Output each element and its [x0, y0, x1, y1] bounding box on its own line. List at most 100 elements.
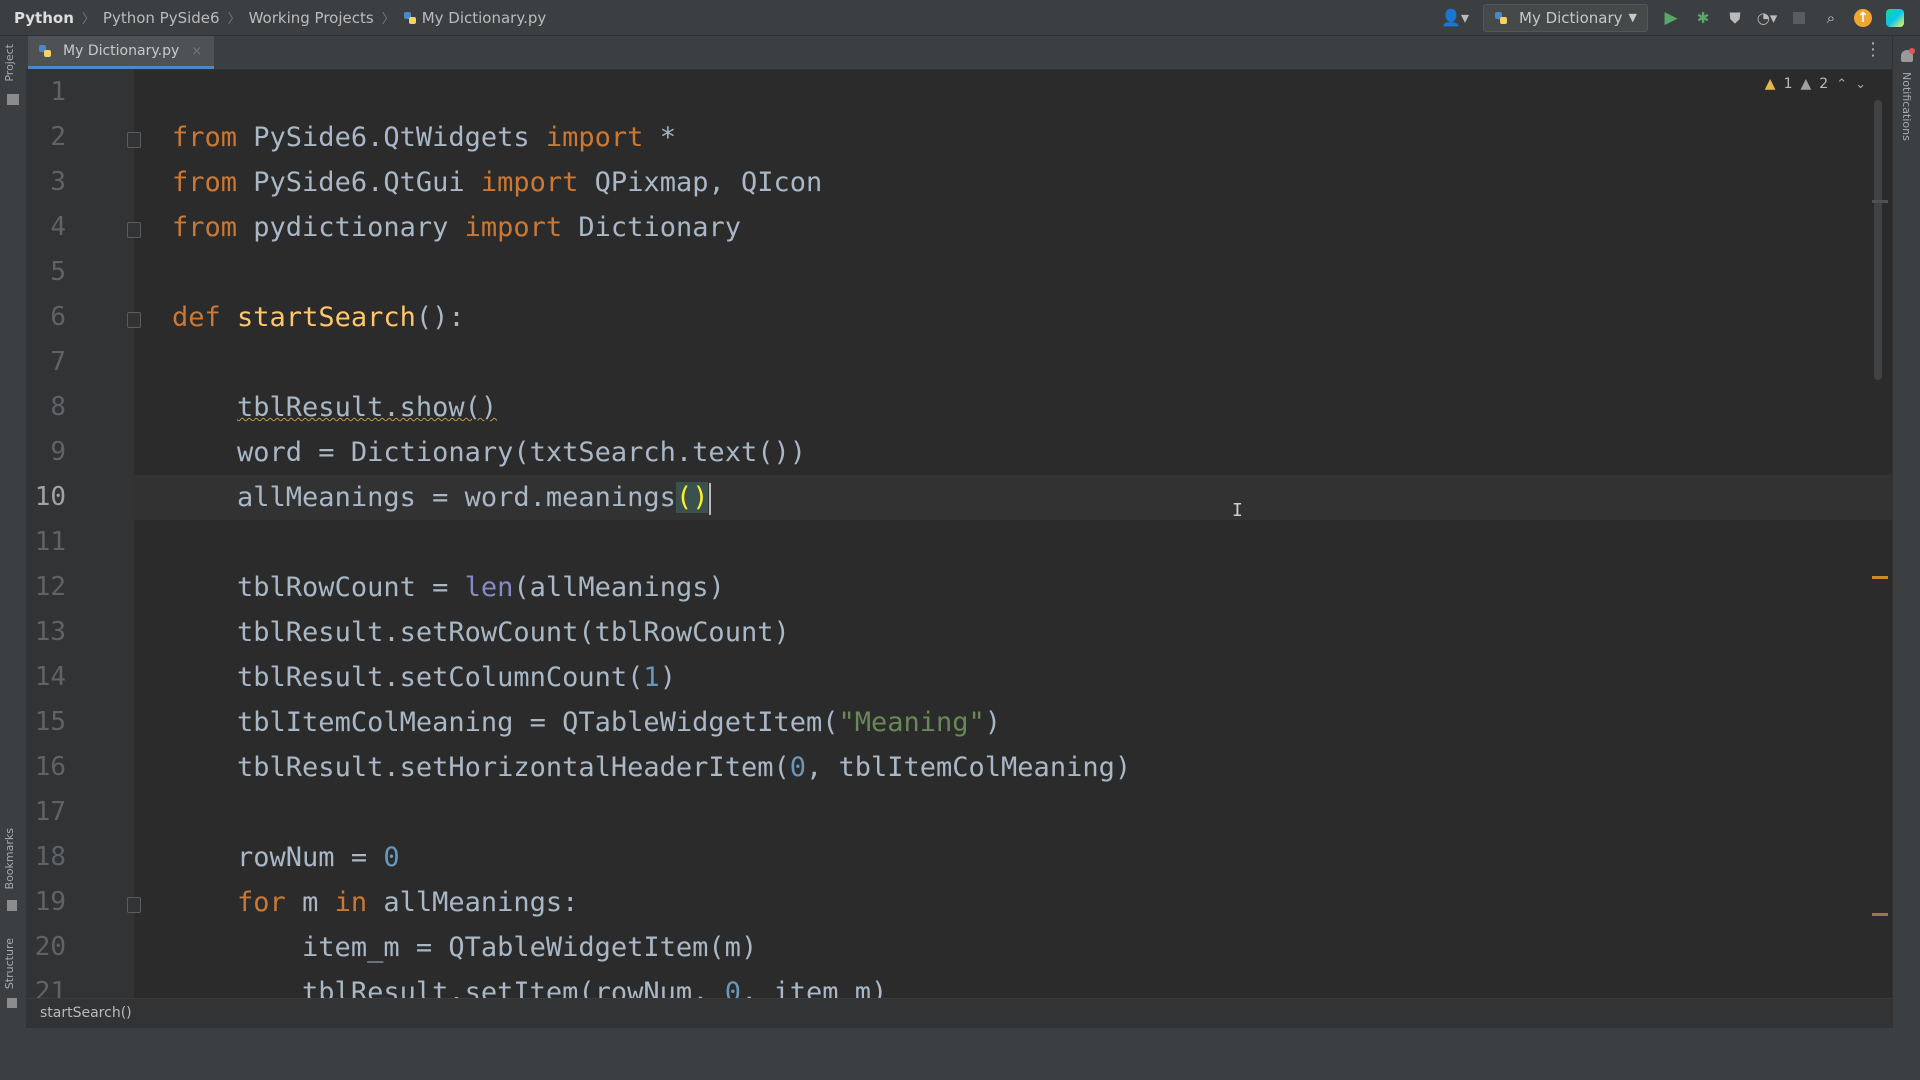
- bottom-area: [0, 1028, 1920, 1080]
- line-number: 1: [50, 77, 66, 107]
- code-token: *: [643, 122, 676, 153]
- notifications-tool-button[interactable]: Notifications: [1900, 72, 1913, 141]
- notification-dot-icon: [1909, 48, 1915, 54]
- code-token: PySide6.QtWidgets: [237, 122, 546, 153]
- line-number: 3: [50, 167, 66, 197]
- editor-tab[interactable]: My Dictionary.py ×: [28, 36, 215, 69]
- more-options-icon[interactable]: ⋮: [1864, 41, 1882, 59]
- line-number: 8: [50, 392, 66, 422]
- code-token: tblResult.setRowCount(tblRowCount): [237, 617, 790, 648]
- mouse-ibeam-cursor-icon: I: [1232, 500, 1243, 521]
- code-line: tblResult.show(): [172, 385, 497, 430]
- code-line: rowNum = 0: [172, 835, 400, 880]
- vertical-scrollbar[interactable]: [1874, 100, 1882, 380]
- code-line-current: allMeanings = word.meanings(): [172, 475, 712, 520]
- line-number-current: 10: [34, 482, 66, 512]
- user-icon[interactable]: 👤▾: [1441, 8, 1469, 27]
- close-icon[interactable]: ×: [191, 44, 202, 59]
- code-token: tblRowCount =: [237, 572, 465, 603]
- code-keyword: from: [172, 122, 238, 153]
- python-file-icon: [403, 11, 416, 24]
- code-token: word = Dictionary(txtSearch.text()): [237, 437, 806, 468]
- code-token: m: [285, 887, 335, 918]
- number-literal: 0: [383, 842, 400, 873]
- function-breadcrumb[interactable]: startSearch(): [40, 1005, 132, 1021]
- next-highlight-icon[interactable]: ⌄: [1855, 77, 1866, 92]
- coverage-icon[interactable]: ⛊: [1726, 9, 1744, 27]
- debug-icon[interactable]: ✱: [1694, 9, 1712, 27]
- breadcrumb-working-projects[interactable]: Working Projects: [249, 9, 374, 27]
- breadcrumb-separator-icon: 〉: [227, 12, 241, 27]
- code-line: from PySide6.QtWidgets import *: [172, 115, 676, 160]
- number-literal: 0: [724, 977, 741, 998]
- folder-icon[interactable]: [7, 94, 19, 105]
- line-number: 11: [34, 527, 66, 557]
- fold-marker-icon[interactable]: [127, 222, 141, 238]
- left-tool-strip: Project Bookmarks Structure: [0, 36, 27, 1030]
- code-line: from pydictionary import Dictionary: [172, 205, 741, 250]
- previous-highlight-icon[interactable]: ⌃: [1836, 77, 1847, 92]
- stop-icon[interactable]: [1790, 9, 1808, 27]
- line-number: 4: [50, 212, 66, 242]
- run-icon[interactable]: ▶: [1662, 8, 1680, 28]
- bookmark-icon[interactable]: [7, 900, 17, 911]
- line-number: 7: [50, 347, 66, 377]
- code-keyword: import: [545, 122, 644, 153]
- jetbrains-icon[interactable]: [1886, 8, 1904, 27]
- code-line: tblResult.setRowCount(tblRowCount): [172, 610, 790, 655]
- structure-icon[interactable]: [7, 998, 17, 1008]
- code-token: rowNum =: [237, 842, 384, 873]
- line-number: 15: [34, 707, 66, 737]
- code-line: def startSearch():: [172, 295, 465, 340]
- line-number: 18: [34, 842, 66, 872]
- line-number: 6: [50, 302, 66, 332]
- line-number: 19: [34, 887, 66, 917]
- update-icon[interactable]: ↑: [1854, 8, 1872, 27]
- code-token: pydictionary: [237, 212, 465, 243]
- code-token: allMeanings:: [367, 887, 579, 918]
- warning-icon: ▲: [1764, 76, 1776, 92]
- code-token: Dictionary: [562, 212, 741, 243]
- breadcrumb-python[interactable]: Python: [14, 9, 74, 27]
- matched-braces: (): [675, 482, 709, 513]
- code-token: , item_m): [740, 977, 888, 998]
- structure-tool-button[interactable]: Structure: [3, 938, 16, 989]
- scrollbar-warning-marker[interactable]: [1872, 913, 1888, 916]
- scrollbar-warning-marker[interactable]: [1872, 576, 1888, 579]
- line-number: 16: [34, 752, 66, 782]
- fold-marker-icon[interactable]: [127, 897, 141, 913]
- fold-marker-icon[interactable]: [127, 132, 141, 148]
- project-tool-button[interactable]: Project: [3, 44, 16, 82]
- breadcrumb-python-pyside6[interactable]: Python PySide6: [103, 9, 220, 27]
- code-token: ():: [415, 302, 465, 333]
- inspection-widget[interactable]: ▲ 1 ▲ 2 ⌃ ⌄: [1765, 76, 1866, 92]
- string-literal: "Meaning": [838, 707, 985, 738]
- code-token: item_m = QTableWidgetItem(m): [302, 932, 758, 963]
- code-keyword: from: [172, 212, 238, 243]
- run-configuration-label: My Dictionary: [1519, 8, 1623, 27]
- code-keyword: def: [172, 302, 221, 333]
- run-configuration-select[interactable]: My Dictionary ▼: [1483, 3, 1648, 32]
- profile-icon[interactable]: ◔▾: [1757, 9, 1778, 27]
- code-token: QPixmap, QIcon: [578, 167, 823, 198]
- chevron-down-icon: ▼: [1628, 11, 1637, 24]
- code-token: tblItemColMeaning = QTableWidgetItem(: [237, 707, 839, 738]
- code-token: (allMeanings): [513, 572, 725, 603]
- bookmarks-tool-button[interactable]: Bookmarks: [3, 828, 16, 889]
- warning-count: 1: [1783, 76, 1793, 92]
- scrollbar-marker[interactable]: [1872, 200, 1888, 203]
- code-keyword: for: [237, 887, 286, 918]
- python-icon: [1495, 11, 1507, 24]
- search-icon[interactable]: ⌕: [1822, 9, 1840, 27]
- line-number: 20: [34, 932, 66, 962]
- weak-warning-count: 2: [1819, 76, 1829, 92]
- line-number: 17: [34, 797, 66, 827]
- text-caret: [709, 482, 712, 515]
- code-editor[interactable]: 1 2 3 4 5 6 7 8 9 10 11 12 13 14 15 16 1…: [26, 70, 1892, 998]
- line-number: 2: [50, 122, 66, 152]
- fold-marker-icon[interactable]: [127, 312, 141, 328]
- breadcrumb-file[interactable]: My Dictionary.py: [422, 9, 547, 27]
- breadcrumb-separator-icon: 〉: [81, 12, 95, 27]
- code-line: tblResult.setHorizontalHeaderItem(0, tbl…: [172, 745, 1131, 790]
- line-number: 21: [34, 977, 66, 998]
